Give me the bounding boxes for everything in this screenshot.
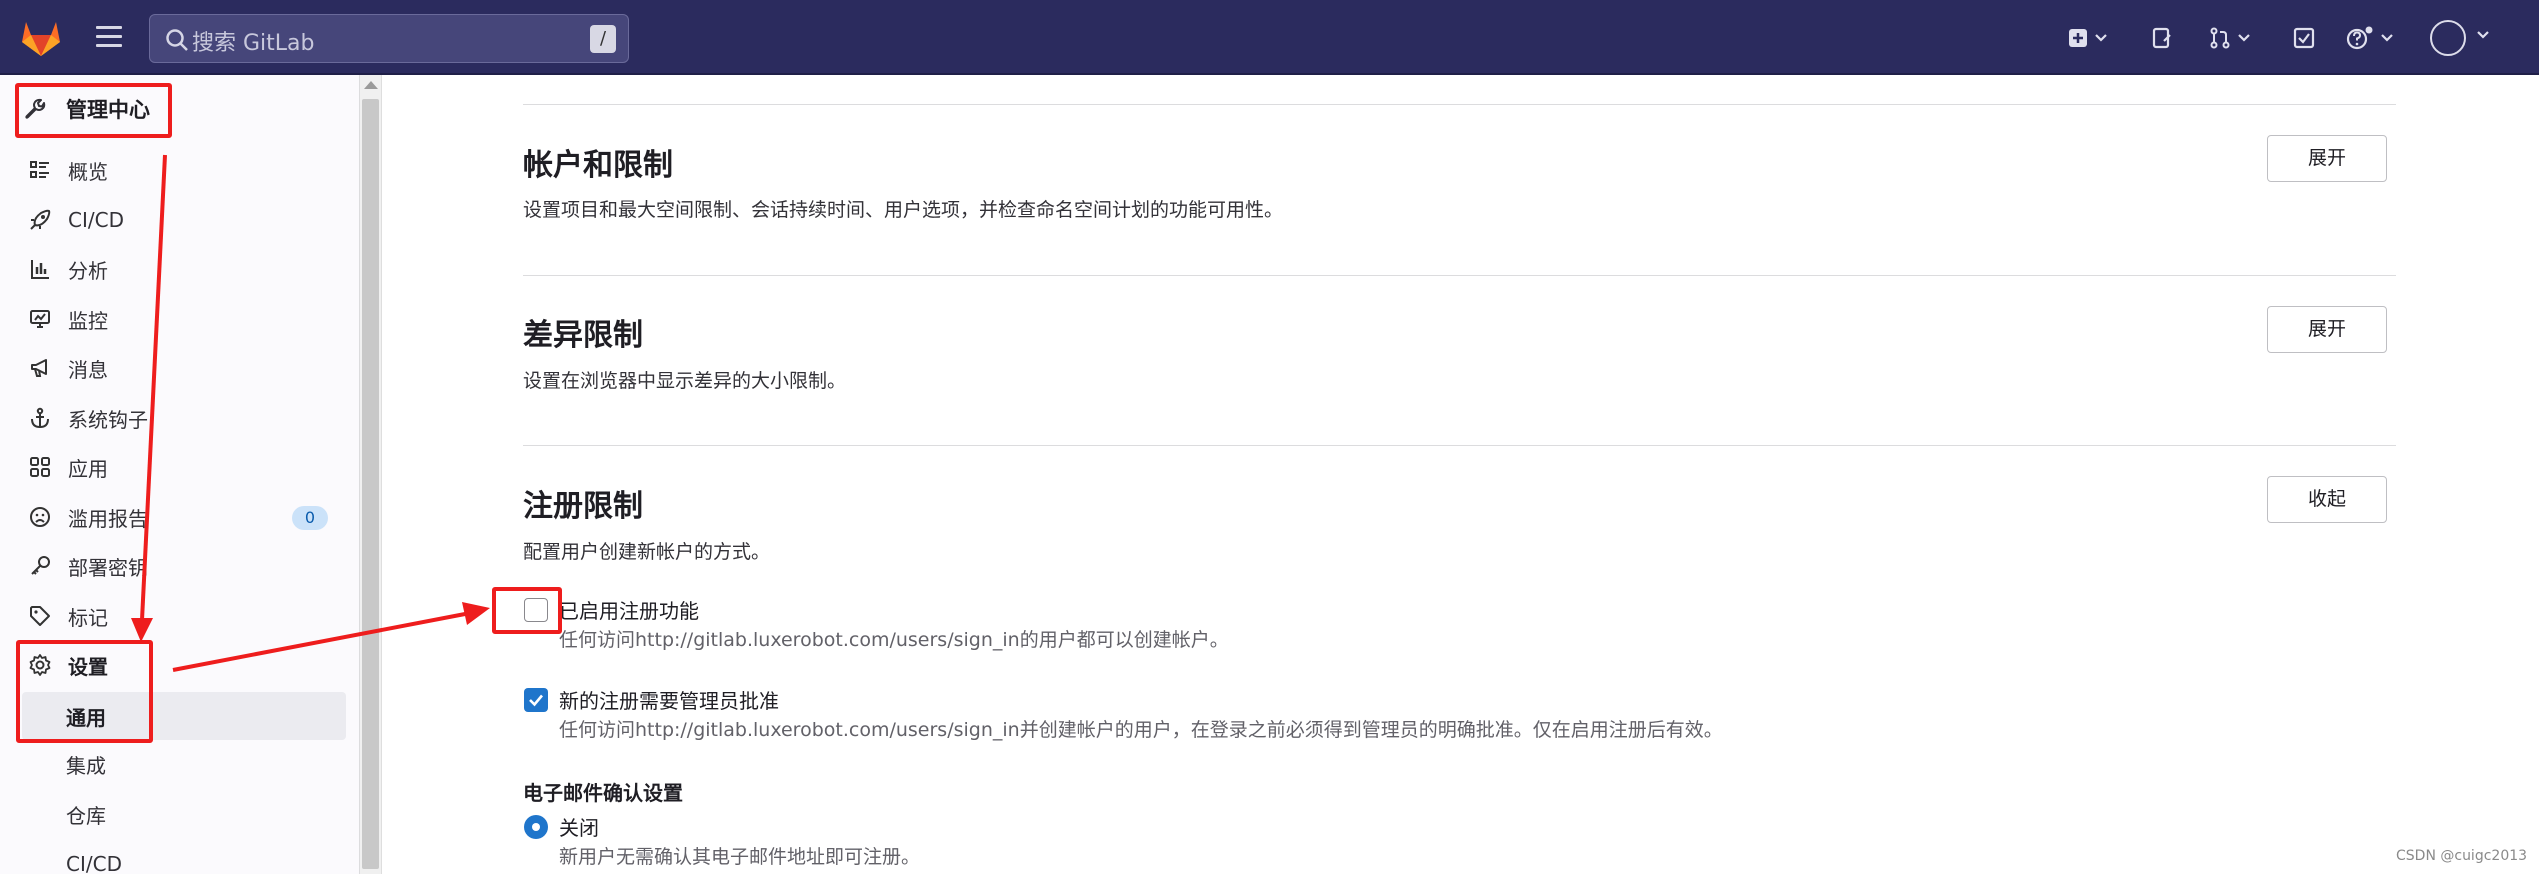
admin-approval-help: 任何访问http://gitlab.luxerobot.com/users/si… (559, 719, 1723, 741)
collapse-signup-restrictions-button[interactable]: 收起 (2267, 476, 2387, 523)
section-divider (523, 104, 2396, 105)
section-title-signup-restrictions: 注册限制 (523, 489, 643, 524)
sidebar-item-analytics[interactable]: 分析 (28, 251, 108, 287)
chart-icon (31, 260, 49, 279)
sidebar-item-deploy-keys[interactable]: 部署密钥 (28, 548, 150, 584)
apps-icon (30, 457, 50, 477)
section-title-account-limits: 帐户和限制 (523, 148, 673, 183)
key-icon (31, 556, 50, 575)
search-shortcut-key: / (590, 25, 616, 53)
scroll-up-arrow-icon[interactable] (364, 81, 378, 89)
admin-approval-label[interactable]: 新的注册需要管理员批准 (559, 685, 779, 714)
annotation-box-admin (15, 83, 172, 138)
sidebar-item-label: 消息 (68, 357, 108, 382)
chevron-down-icon[interactable] (2476, 30, 2490, 40)
sidebar-scrollbar[interactable] (360, 75, 382, 874)
sidebar-item-overview[interactable]: 概览 (28, 152, 108, 188)
top-navigation-bar: 搜索 GitLab / (0, 0, 2539, 75)
expand-diff-limits-button[interactable]: 展开 (2267, 306, 2387, 353)
section-desc-account-limits: 设置项目和最大空间限制、会话持续时间、用户选项，并检查命名空间计划的功能可用性。 (523, 199, 1284, 221)
create-new-button[interactable] (2068, 22, 2108, 54)
issues-icon (2152, 27, 2171, 49)
overview-icon (30, 161, 49, 178)
help-icon (2346, 26, 2373, 50)
sidebar-item-label: 部署密钥 (68, 555, 148, 580)
section-divider (523, 275, 2396, 276)
email-confirmation-heading: 电子邮件确认设置 (523, 781, 683, 805)
sidebar-item-monitoring[interactable]: 监控 (28, 301, 108, 337)
section-desc-signup-restrictions: 配置用户创建新帐户的方式。 (523, 541, 771, 563)
todos-button[interactable] (2293, 22, 2315, 54)
sidebar-item-label: 标记 (68, 605, 108, 630)
annotation-box-settings-general (16, 640, 153, 743)
chevron-down-icon (2381, 34, 2393, 42)
signup-enabled-label[interactable]: 已启用注册功能 (559, 595, 699, 624)
merge-request-icon (2210, 27, 2230, 49)
abuse-reports-count-badge: 0 (292, 506, 328, 530)
sidebar-item-label: 概览 (68, 159, 108, 184)
menu-toggle-icon[interactable] (96, 26, 122, 48)
admin-approval-checkbox[interactable] (524, 688, 548, 712)
sidebar-item-applications[interactable]: 应用 (28, 449, 108, 485)
email-confirm-off-help: 新用户无需确认其电子邮件地址即可注册。 (559, 846, 921, 868)
sidebar-subitem-integrations[interactable]: 集成 (66, 746, 106, 782)
sidebar-item-system-hooks[interactable]: 系统钩子 (28, 400, 148, 436)
anchor-icon (31, 407, 49, 429)
plus-square-icon (2069, 29, 2087, 47)
sidebar-item-label: 滥用报告 (68, 506, 148, 531)
email-confirm-off-label[interactable]: 关闭 (559, 812, 599, 841)
sidebar-subitem-repository[interactable]: 仓库 (66, 796, 106, 832)
label-icon (30, 606, 50, 626)
sidebar-item-messages[interactable]: 消息 (28, 350, 108, 386)
todo-check-icon (2293, 27, 2315, 49)
sidebar-item-abuse-reports[interactable]: 滥用报告 (28, 499, 150, 535)
chevron-down-icon (2238, 34, 2250, 42)
sidebar-item-labels[interactable]: 标记 (28, 598, 108, 634)
email-confirm-off-radio[interactable] (524, 815, 548, 839)
chevron-down-icon (2095, 34, 2107, 42)
section-title-diff-limits: 差异限制 (523, 318, 643, 353)
sidebar-item-label: 监控 (68, 308, 108, 333)
check-icon (529, 694, 543, 707)
expand-account-limits-button[interactable]: 展开 (2267, 135, 2387, 182)
sidebar-item-cicd[interactable]: CI/CD (28, 202, 124, 238)
annotation-box-signup-checkbox (492, 587, 562, 634)
sidebar-item-label: CI/CD (68, 208, 124, 232)
sad-face-icon (30, 507, 50, 527)
search-icon (166, 29, 188, 51)
section-desc-diff-limits: 设置在浏览器中显示差异的大小限制。 (523, 370, 847, 392)
watermark: CSDN @cuigc2013 (2396, 848, 2528, 864)
merge-requests-button[interactable] (2209, 22, 2251, 54)
scrollbar-thumb[interactable] (362, 99, 379, 869)
bullhorn-icon (31, 359, 47, 377)
search-input[interactable]: 搜索 GitLab / (149, 14, 629, 63)
help-button[interactable] (2346, 22, 2394, 54)
user-avatar[interactable] (2430, 20, 2466, 56)
rocket-icon (30, 209, 51, 230)
sidebar-item-label: 应用 (68, 456, 108, 481)
monitor-icon (30, 310, 50, 328)
sidebar-item-label: 分析 (68, 258, 108, 283)
issues-button[interactable] (2151, 22, 2173, 54)
sidebar-subitem-cicd[interactable]: CI/CD (66, 846, 122, 882)
signup-enabled-help: 任何访问http://gitlab.luxerobot.com/users/si… (559, 629, 1229, 651)
search-placeholder: 搜索 GitLab (192, 31, 315, 56)
sidebar-item-label: 系统钩子 (68, 407, 148, 432)
section-divider (523, 445, 2396, 446)
gitlab-logo-icon[interactable] (20, 18, 62, 58)
